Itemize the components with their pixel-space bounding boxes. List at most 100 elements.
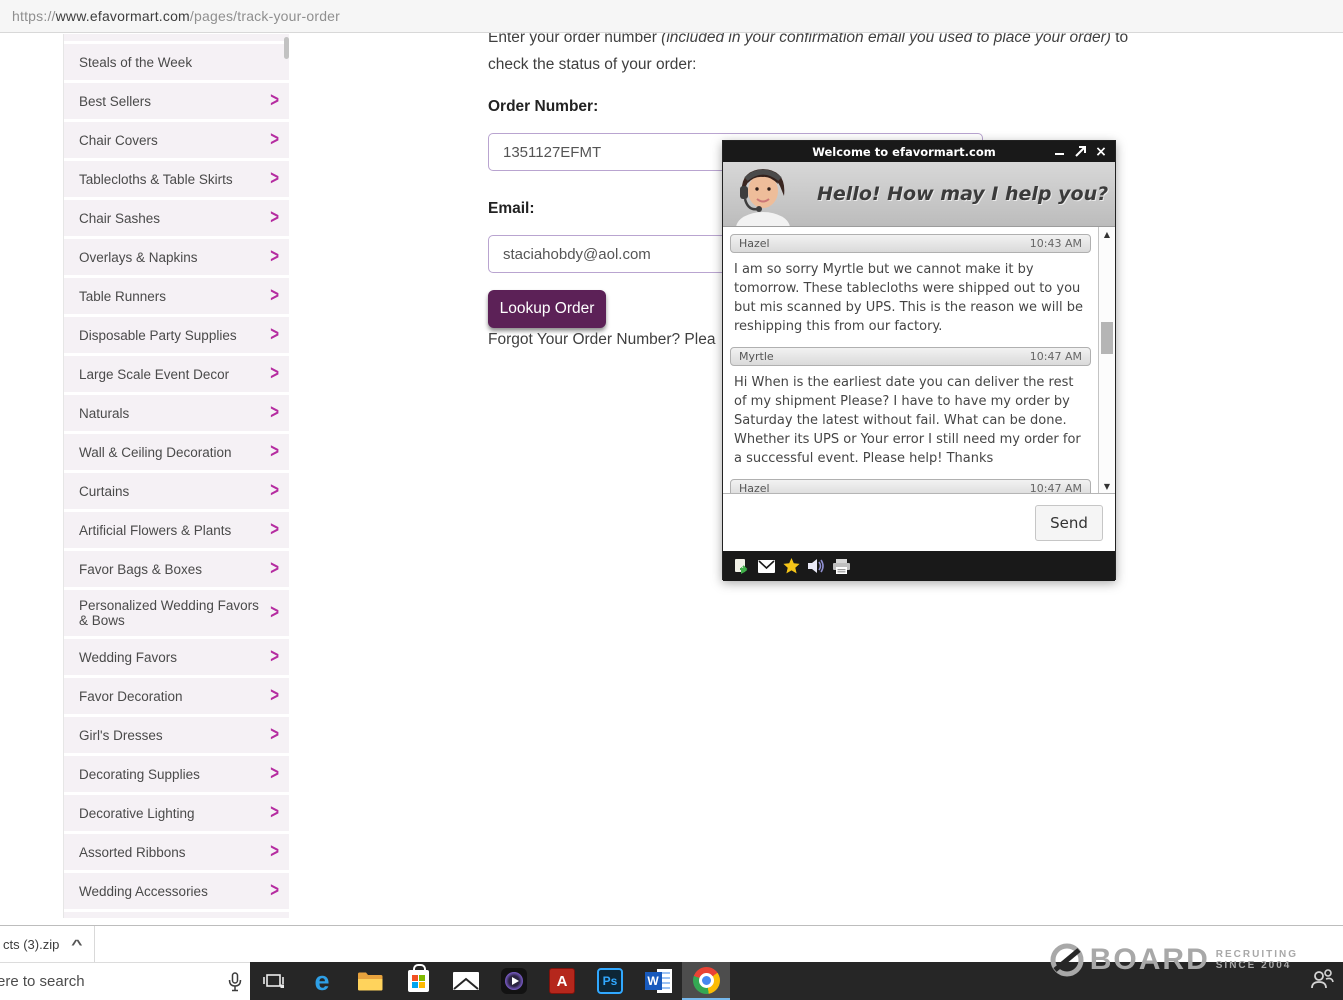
sidebar-item-label: Artificial Flowers & Plants (79, 523, 231, 538)
chevron-right-icon: > (270, 245, 279, 268)
chat-message-input[interactable] (729, 502, 1019, 544)
sidebar-item-label: Overlays & Napkins (79, 250, 198, 265)
sidebar-item-label: Decorative Lighting (79, 806, 195, 821)
close-icon[interactable]: × (1095, 146, 1107, 158)
chat-sender-name: Myrtle (739, 350, 774, 363)
chat-message-area: Hazel10:43 AMI am so sorry Myrtle but we… (723, 227, 1115, 493)
taskbar-microsoft-store-icon[interactable] (394, 962, 442, 1000)
task-view-button[interactable] (250, 962, 298, 1000)
chevron-right-icon: > (270, 167, 279, 190)
taskbar-search[interactable]: ere to search (0, 962, 250, 1000)
sidebar-item[interactable]: Decorating Supplies> (64, 756, 289, 792)
sidebar-item[interactable]: Overlays & Napkins > (64, 239, 289, 275)
file-transfer-icon[interactable] (732, 557, 750, 575)
chat-message-time: 10:47 AM (1030, 350, 1082, 363)
chat-message-time: 10:47 AM (1030, 482, 1082, 493)
chat-message-header: Myrtle 10:47 AM (730, 347, 1091, 366)
sidebar-item[interactable]: Girl's Dresses> (64, 717, 289, 753)
chevron-right-icon: > (270, 645, 279, 668)
sidebar-item[interactable]: Favor Bags & Boxes> (64, 551, 289, 587)
sidebar-item[interactable]: Personalized Wedding Favors & Bows> (64, 590, 289, 636)
sidebar-item[interactable]: Decorative Lighting > (64, 795, 289, 831)
chevron-right-icon: > (270, 723, 279, 746)
sidebar-scrollbar-thumb[interactable] (284, 37, 289, 59)
sidebar-item[interactable]: Wedding Favors> (64, 639, 289, 675)
taskbar-chrome-icon[interactable] (682, 962, 730, 1000)
forgot-order-number-text: Forgot Your Order Number? Plea (488, 331, 715, 349)
scrollbar-thumb[interactable] (1101, 322, 1113, 354)
chat-message-text: Hi When is the earliest date you can del… (734, 373, 1086, 468)
chevron-right-icon: > (270, 879, 279, 902)
download-bar: cts (3).zip ^ (0, 925, 1343, 962)
chevron-right-icon: > (270, 128, 279, 151)
sidebar-item-label: Large Scale Event Decor (79, 367, 229, 382)
sidebar-item-label: Chair Covers (79, 133, 158, 148)
taskbar-photoshop-icon[interactable]: Ps (586, 962, 634, 1000)
chevron-up-icon[interactable]: ^ (71, 937, 82, 952)
taskbar: ere to search e A Ps W (0, 962, 1343, 1000)
lookup-order-button[interactable]: Lookup Order (488, 290, 606, 328)
sidebar-item-label: Favor Decoration (79, 689, 183, 704)
taskbar-acrobat-icon[interactable]: A (538, 962, 586, 1000)
taskbar-word-icon[interactable]: W (634, 962, 682, 1000)
sidebar-item-label: Wall & Ceiling Decoration (79, 445, 232, 460)
chat-title: Welcome to efavormart.com (723, 145, 1045, 159)
chat-message-time: 10:43 AM (1030, 237, 1082, 250)
chevron-right-icon: > (270, 840, 279, 863)
sidebar-item[interactable]: Assorted Ribbons > (64, 834, 289, 870)
chevron-right-icon: > (270, 362, 279, 385)
taskbar-media-player-icon[interactable] (490, 962, 538, 1000)
scroll-down-icon[interactable]: ▼ (1099, 479, 1115, 493)
sidebar-item[interactable]: Table Runners> (64, 278, 289, 314)
sidebar-item-label: Wedding Accessories (79, 884, 208, 899)
category-sidebar: Steals of the WeekBest Sellers>Chair Cov… (63, 34, 289, 918)
sidebar-item-label: Assorted Ribbons (79, 845, 186, 860)
chat-sender-name: Hazel (739, 237, 770, 250)
sidebar-item[interactable]: Chair Covers > (64, 122, 289, 158)
sidebar-item[interactable]: Steals of the Week (64, 44, 289, 80)
sidebar-item[interactable]: Wedding Accessories > (64, 873, 289, 909)
star-rating-icon[interactable] (782, 557, 800, 575)
chat-sender-name: Hazel (739, 482, 770, 493)
popout-icon[interactable] (1074, 146, 1086, 158)
sidebar-item-label: Best Sellers (79, 94, 151, 109)
browser-url-bar[interactable]: https://www.efavormart.com/pages/track-y… (0, 0, 1343, 33)
chat-header[interactable]: Welcome to efavormart.com × (723, 141, 1115, 162)
download-item[interactable]: cts (3).zip ^ (0, 926, 95, 963)
sidebar-item-list: Steals of the WeekBest Sellers>Chair Cov… (64, 44, 289, 909)
chat-toolbar (723, 551, 1115, 581)
sidebar-item-label: Table Runners (79, 289, 166, 304)
microphone-icon[interactable] (228, 972, 242, 992)
chat-message-header: Hazel 10:47 AM (730, 479, 1091, 493)
sidebar-item[interactable]: Artificial Flowers & Plants > (64, 512, 289, 548)
download-file-name: cts (3).zip (3, 937, 59, 952)
chevron-right-icon: > (270, 801, 279, 824)
sound-icon[interactable] (807, 557, 825, 575)
sidebar-item[interactable]: Naturals> (64, 395, 289, 431)
sidebar-item-label: Curtains (79, 484, 129, 499)
chat-message-header: Hazel 10:43 AM (730, 234, 1091, 253)
taskbar-mail-icon[interactable] (442, 962, 490, 1000)
minimize-icon[interactable] (1053, 146, 1065, 158)
sidebar-item[interactable]: Curtains > (64, 473, 289, 509)
sidebar-clipped-item (64, 34, 289, 41)
sidebar-item[interactable]: Chair Sashes> (64, 200, 289, 236)
scroll-up-icon[interactable]: ▲ (1099, 227, 1115, 241)
chat-scrollbar[interactable]: ▲ ▼ (1098, 227, 1115, 493)
send-button[interactable]: Send (1035, 505, 1103, 541)
sidebar-item[interactable]: Favor Decoration> (64, 678, 289, 714)
email-icon[interactable] (757, 557, 775, 575)
sidebar-item[interactable]: Large Scale Event Decor > (64, 356, 289, 392)
people-icon (1309, 968, 1335, 990)
sidebar-item[interactable]: Tablecloths & Table Skirts> (64, 161, 289, 197)
sidebar-item[interactable]: Best Sellers> (64, 83, 289, 119)
sidebar-item[interactable]: Disposable Party Supplies> (64, 317, 289, 353)
sidebar-item[interactable]: Wall & Ceiling Decoration> (64, 434, 289, 470)
chevron-right-icon: > (270, 518, 279, 541)
print-icon[interactable] (832, 557, 850, 575)
taskbar-edge-icon[interactable]: e (298, 962, 346, 1000)
chevron-right-icon: > (270, 479, 279, 502)
taskbar-file-explorer-icon[interactable] (346, 962, 394, 1000)
chat-widget: Welcome to efavormart.com × (722, 140, 1116, 580)
search-placeholder-text: ere to search (0, 973, 85, 990)
